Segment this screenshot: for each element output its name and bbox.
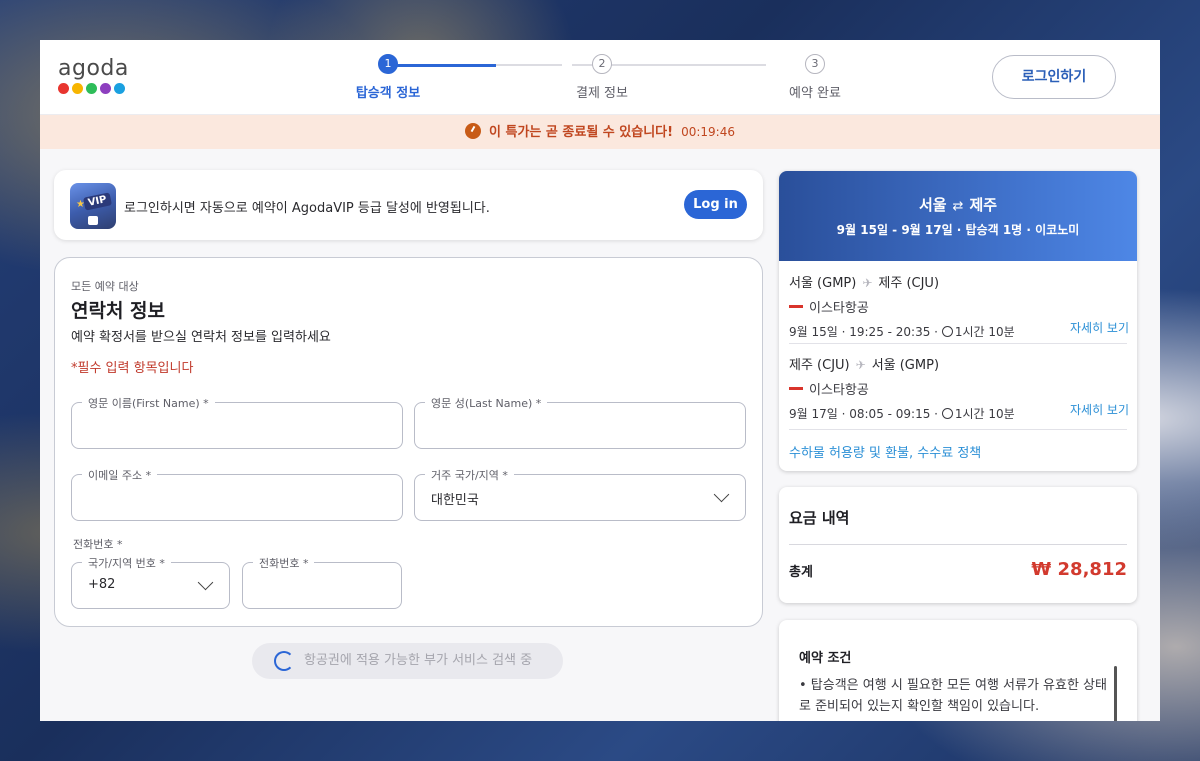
field-label: 거주 국가/지역 * [425, 467, 514, 483]
vip-tag: VIP [82, 192, 112, 211]
step-number: 3 [805, 54, 825, 74]
loading-spinner-icon [274, 651, 294, 671]
segment-dest: 서울 (GMP) [871, 358, 940, 373]
booking-terms-card: 예약 조건 • 탑승객은 여행 시 필요한 모든 여행 서류가 유효한 상태로 … [779, 620, 1137, 721]
deal-text: 이 특가는 곧 종료될 수 있습니다! [489, 125, 674, 140]
step-label: 결제 정보 [576, 86, 628, 101]
total-label: 총계 [789, 565, 813, 580]
plane-icon: ✈ [862, 276, 873, 290]
segment-dest: 제주 (CJU) [878, 276, 940, 291]
airline-name: 이스타항공 [809, 383, 869, 398]
selected-phone-code: +82 [88, 577, 116, 592]
divider [789, 343, 1127, 344]
step-number: 1 [378, 54, 398, 74]
section-eyebrow: 모든 예약 대상 [71, 280, 139, 293]
vip-login-card: ★ VIP 로그인하시면 자동으로 예약이 AgodaVIP 등급 달성에 반영… [54, 170, 763, 240]
segment-date-time: 9월 17일 · 08:05 - 09:15 · [789, 407, 938, 421]
deal-timer: 00:19:46 [681, 125, 735, 139]
phone-number-field[interactable]: 전화번호 * [242, 555, 402, 609]
section-title: 연락처 정보 [71, 300, 166, 322]
terms-title: 예약 조건 [799, 651, 852, 666]
logo-text: agoda [58, 56, 129, 81]
divider [789, 429, 1127, 430]
price-title: 요금 내역 [789, 509, 850, 527]
trip-route: 서울 ⇄ 제주 [779, 171, 1137, 215]
addon-search-status: 항공권에 적용 가능한 부가 서비스 검색 중 [252, 643, 563, 679]
total-price: ₩ 28,812 [1031, 559, 1127, 580]
trip-meta: 9월 15일 - 9월 17일 · 탑승객 1명 · 이코노미 [836, 223, 1080, 237]
chevron-down-icon [713, 486, 730, 503]
plane-icon: ✈ [855, 358, 866, 372]
agoda-logo[interactable]: agoda [58, 56, 129, 94]
phone-code-select[interactable]: 국가/지역 번호 * +82 [71, 555, 230, 609]
segment-details-link[interactable]: 자세히 보기 [1070, 401, 1129, 418]
field-label: 영문 성(Last Name) * [425, 395, 548, 411]
airline-name: 이스타항공 [809, 301, 869, 316]
step-2: 2 결제 정보 [542, 54, 662, 101]
header: agoda 1 탑승객 정보 2 결제 정보 3 예약 완료 로그인하기 [40, 40, 1160, 115]
trip-summary-card: 서울 ⇄ 제주 9월 15일 - 9월 17일 · 탑승객 1명 · 이코노미 서울… [779, 171, 1137, 471]
selected-country: 대한민국 [431, 493, 479, 508]
vip-login-button[interactable]: Log in [684, 190, 747, 219]
segment-route: 서울 (GMP) ✈ 제주 (CJU) [789, 272, 1129, 291]
progress-steps: 1 탑승객 정보 2 결제 정보 3 예약 완료 [310, 54, 841, 104]
contact-info-card: 모든 예약 대상 연락처 정보 예약 확정서를 받으실 연락처 정보를 입력하세… [54, 257, 763, 627]
airline-logo-icon [789, 305, 803, 308]
segment-duration: 1시간 10분 [954, 407, 1015, 421]
divider [789, 544, 1127, 545]
scrollbar[interactable] [1114, 666, 1117, 721]
logo-dot [114, 83, 125, 94]
deal-banner: 이 특가는 곧 종료될 수 있습니다! 00:19:46 [40, 115, 1160, 149]
airline-logo-icon [789, 387, 803, 390]
first-name-field[interactable]: 영문 이름(First Name) * [71, 395, 403, 449]
flight-segment: 제주 (CJU) ✈ 서울 (GMP) 이스타항공 9월 17일 · 08:05 -… [789, 354, 1129, 421]
clock-icon [465, 123, 482, 139]
clock-icon [941, 408, 953, 419]
flight-segment: 서울 (GMP) ✈ 제주 (CJU) 이스타항공 9월 15일 · 19:25 -… [789, 272, 1129, 339]
logo-dot [58, 83, 69, 94]
step-label: 탑승객 정보 [355, 86, 421, 101]
segment-airline: 이스타항공 [789, 297, 1129, 316]
login-button[interactable]: 로그인하기 [992, 55, 1116, 99]
trip-from: 서울 [918, 196, 947, 214]
chevron-down-icon [197, 574, 214, 591]
step-label: 예약 완료 [789, 86, 841, 101]
phone-section-label: 전화번호 * [73, 538, 123, 551]
segment-duration: 1시간 10분 [954, 325, 1015, 339]
segment-origin: 서울 (GMP) [789, 276, 857, 291]
field-label: 국가/지역 번호 * [82, 555, 171, 571]
section-subtitle: 예약 확정서를 받으실 연락처 정보를 입력하세요 [71, 330, 331, 345]
lock-icon [88, 216, 98, 225]
baggage-policy-link[interactable]: 수하물 허용량 및 환불, 수수료 정책 [789, 442, 981, 461]
terms-body: • 탑승객은 여행 시 필요한 모든 여행 서류가 유효한 상태로 준비되어 있… [799, 678, 1107, 714]
trip-header: 서울 ⇄ 제주 9월 15일 - 9월 17일 · 탑승객 1명 · 이코노미 [779, 171, 1137, 261]
booking-page: agoda 1 탑승객 정보 2 결제 정보 3 예약 완료 로그인하기 이 특… [40, 40, 1160, 721]
country-select[interactable]: 거주 국가/지역 * 대한민국 [414, 467, 746, 521]
field-label: 전화번호 * [253, 555, 315, 571]
logo-dot [72, 83, 83, 94]
email-field[interactable]: 이메일 주소 * [71, 467, 403, 521]
segment-route: 제주 (CJU) ✈ 서울 (GMP) [789, 354, 1129, 373]
vip-badge-icon: ★ VIP [70, 183, 116, 229]
price-summary-card: 요금 내역 총계 ₩ 28,812 [779, 487, 1137, 603]
round-trip-icon: ⇄ [952, 199, 964, 214]
addon-status-text: 항공권에 적용 가능한 부가 서비스 검색 중 [304, 653, 533, 668]
logo-dots [58, 83, 129, 94]
field-label: 영문 이름(First Name) * [82, 395, 215, 411]
logo-dot [100, 83, 111, 94]
segment-details-link[interactable]: 자세히 보기 [1070, 319, 1129, 336]
segment-date-time: 9월 15일 · 19:25 - 20:35 · [789, 325, 938, 339]
segment-airline: 이스타항공 [789, 379, 1129, 398]
required-note: *필수 입력 항목입니다 [71, 361, 194, 376]
last-name-field[interactable]: 영문 성(Last Name) * [414, 395, 746, 449]
field-label: 이메일 주소 * [82, 467, 158, 483]
step-number: 2 [592, 54, 612, 74]
step-1: 1 탑승객 정보 [328, 54, 448, 101]
logo-dot [86, 83, 97, 94]
clock-icon [941, 326, 953, 337]
segment-origin: 제주 (CJU) [789, 358, 850, 373]
step-3: 3 예약 완료 [755, 54, 875, 101]
trip-to: 제주 [969, 196, 998, 214]
vip-message: 로그인하시면 자동으로 예약이 AgodaVIP 등급 달성에 반영됩니다. [124, 201, 490, 216]
